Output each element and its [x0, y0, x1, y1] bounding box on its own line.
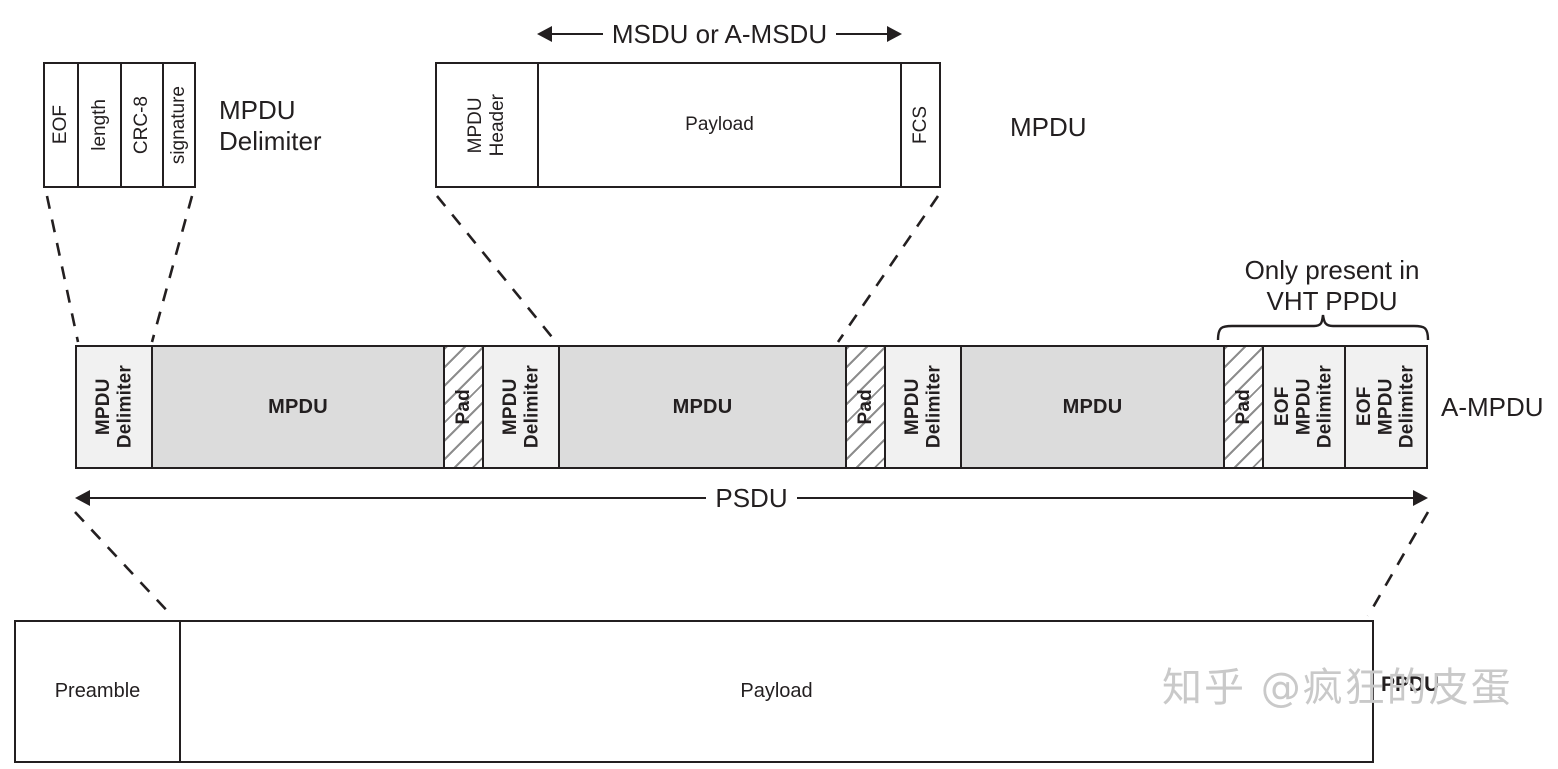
ampdu-segment-pad-2: Pad — [845, 347, 884, 467]
ppdu-segment-payload-label: Payload — [740, 680, 813, 702]
connector-delimiter-left — [45, 195, 80, 343]
mpdu-delimiter-title-line2: Delimiter — [219, 125, 322, 156]
delimiter-field-signature: signature — [162, 64, 194, 186]
delimiter-field-eof-label: EOF — [50, 105, 71, 145]
psdu-span-arrow: PSDU — [75, 482, 1428, 513]
vht-brace — [1216, 314, 1430, 341]
ampdu-segment-mpdu-3: MPDU — [960, 347, 1223, 467]
mpdu-field-payload: Payload — [537, 64, 900, 186]
mpdu-delimiter-detail-box: EOF length CRC-8 signature — [43, 62, 196, 188]
ampdu-segment-mpdu-1-label: MPDU — [268, 395, 328, 418]
ampdu-segment-pad-3-label: Pad — [1232, 389, 1254, 425]
delimiter-field-length-label: length — [88, 99, 110, 151]
ampdu-segment-eof-delimiter-1: EOF MPDU Delimiter — [1262, 347, 1344, 467]
msdu-span-arrow: MSDU or A-MSDU — [537, 18, 902, 49]
mpdu-delimiter-title-line1: MPDU — [219, 95, 296, 125]
psdu-arrow-line-right — [796, 497, 1413, 499]
connector-mpdu-left — [435, 195, 558, 343]
mpdu-field-header: MPDU Header — [437, 64, 537, 186]
ampdu-segment-pad-1-label: Pad — [452, 389, 474, 425]
ampdu-segment-pad-3: Pad — [1223, 347, 1262, 467]
ampdu-label: A-MPDU — [1441, 392, 1544, 422]
ampdu-segment-eof-delimiter-2: EOF MPDU Delimiter — [1344, 347, 1426, 467]
ampdu-segment-eof-delimiter-2-label: EOF MPDU Delimiter — [1354, 365, 1418, 449]
ampdu-segment-delimiter-3-label: MPDU Delimiter — [901, 365, 944, 449]
msdu-arrow-left-head — [537, 26, 552, 42]
delimiter-field-crc8-label: CRC-8 — [131, 95, 152, 155]
mpdu-delimiter-detail-title: MPDU Delimiter — [219, 95, 322, 156]
delimiter-field-signature-label: signature — [168, 85, 189, 165]
ppdu-segment-preamble-label: Preamble — [54, 680, 141, 702]
diagram-canvas: EOF length CRC-8 signature MPDU Delimite… — [0, 0, 1558, 769]
ampdu-segment-delimiter-2: MPDU Delimiter — [482, 347, 558, 467]
ppdu-segment-preamble: Preamble — [16, 622, 179, 761]
ampdu-segment-mpdu-1: MPDU — [151, 347, 443, 467]
delimiter-field-length: length — [77, 64, 120, 186]
vht-note: Only present in VHT PPDU — [1237, 255, 1427, 316]
connector-psdu-left — [74, 511, 173, 617]
ampdu-segment-pad-2-label: Pad — [854, 389, 876, 425]
connector-delimiter-right — [150, 195, 194, 343]
ampdu-segment-eof-delimiter-1-label: EOF MPDU Delimiter — [1272, 365, 1336, 449]
delimiter-field-eof: EOF — [45, 64, 77, 186]
msdu-span-label: MSDU or A-MSDU — [611, 18, 828, 49]
msdu-arrow-right-head — [887, 26, 902, 42]
vht-note-line2: VHT PPDU — [1266, 285, 1398, 316]
msdu-arrow-line-left — [552, 33, 603, 35]
delimiter-field-crc8: CRC-8 — [120, 64, 162, 186]
ampdu-segment-mpdu-2-label: MPDU — [672, 395, 733, 418]
psdu-arrow-line-left — [90, 497, 707, 499]
mpdu-field-fcs-label: FCS — [909, 106, 931, 144]
msdu-arrow-line-right — [836, 33, 887, 35]
psdu-arrow-right-head — [1413, 490, 1428, 506]
mpdu-field-payload-label: Payload — [685, 114, 754, 135]
ampdu-segment-mpdu-2: MPDU — [558, 347, 845, 467]
connector-psdu-right — [1366, 511, 1430, 617]
mpdu-detail-title: MPDU — [1010, 112, 1087, 142]
ampdu-segment-delimiter-1: MPDU Delimiter — [77, 347, 151, 467]
ampdu-segment-delimiter-3: MPDU Delimiter — [884, 347, 960, 467]
psdu-span-label: PSDU — [715, 482, 788, 513]
mpdu-field-header-label: MPDU Header — [465, 93, 508, 157]
ampdu-segment-delimiter-2-label: MPDU Delimiter — [499, 365, 542, 449]
connector-mpdu-right — [836, 195, 940, 343]
ampdu-segment-pad-1: Pad — [443, 347, 482, 467]
ampdu-segment-delimiter-1-label: MPDU Delimiter — [92, 365, 135, 449]
mpdu-detail-box: MPDU Header Payload FCS — [435, 62, 941, 188]
ampdu-segment-mpdu-3-label: MPDU — [1062, 395, 1123, 418]
watermark: 知乎 @疯狂的皮蛋 — [1162, 665, 1513, 711]
mpdu-field-fcs: FCS — [900, 64, 939, 186]
ampdu-bar: MPDU Delimiter MPDU Pad MPDU Delimiter MPD… — [75, 345, 1428, 469]
psdu-arrow-left-head — [75, 490, 90, 506]
vht-note-line1: Only present in — [1244, 255, 1420, 285]
